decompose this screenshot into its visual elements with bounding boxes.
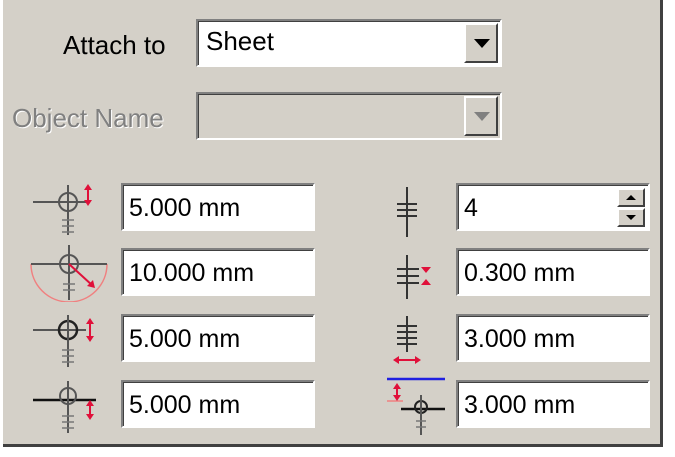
line-count-icon [397, 187, 417, 237]
object-name-label: Object Name [12, 103, 164, 133]
object-name-dropdown-button[interactable] [464, 96, 498, 136]
rotation-radius-icon [30, 245, 108, 302]
rotation-radius-field[interactable]: 10.000 mm [121, 248, 315, 296]
line-width-icon [393, 316, 421, 364]
thread-extension-value: 5.000 mm [129, 391, 241, 419]
thread-size-icon [33, 184, 92, 235]
spin-down-button[interactable] [617, 208, 645, 227]
thread-spacing-field[interactable]: 5.000 mm [121, 314, 315, 362]
line-gap-field[interactable]: 0.300 mm [456, 248, 650, 296]
line-offset-field[interactable]: 3.000 mm [456, 380, 650, 428]
line-width-value: 3.000 mm [464, 325, 576, 353]
line-count-spinner[interactable]: 4 [456, 183, 650, 231]
line-gap-value: 0.300 mm [464, 259, 576, 287]
attach-to-label: Attach to [63, 30, 166, 60]
properties-panel: Attach to Sheet Object Name 5.000 mm 10.… [3, 0, 663, 447]
attach-to-combo[interactable]: Sheet [196, 19, 502, 67]
thread-size-value: 5.000 mm [129, 194, 241, 222]
attach-to-dropdown-button[interactable] [464, 23, 498, 63]
rotation-radius-value: 10.000 mm [129, 259, 255, 287]
attach-to-value: Sheet [206, 26, 274, 56]
line-width-field[interactable]: 3.000 mm [456, 314, 650, 362]
line-offset-value: 3.000 mm [464, 391, 576, 419]
line-count-value: 4 [464, 194, 478, 222]
thread-spacing-icon [33, 315, 94, 367]
thread-spacing-value: 5.000 mm [129, 325, 241, 353]
line-offset-icon [387, 377, 445, 435]
spin-up-button[interactable] [617, 188, 645, 207]
arrow-up-icon [626, 195, 636, 200]
chevron-down-icon [474, 39, 490, 48]
thread-extension-field[interactable]: 5.000 mm [121, 380, 315, 428]
line-gap-icon [397, 255, 431, 299]
object-name-combo[interactable] [196, 92, 502, 140]
arrow-down-icon [626, 215, 636, 220]
thread-size-field[interactable]: 5.000 mm [121, 183, 315, 231]
thread-extension-icon [33, 381, 96, 433]
chevron-down-icon [474, 112, 490, 121]
